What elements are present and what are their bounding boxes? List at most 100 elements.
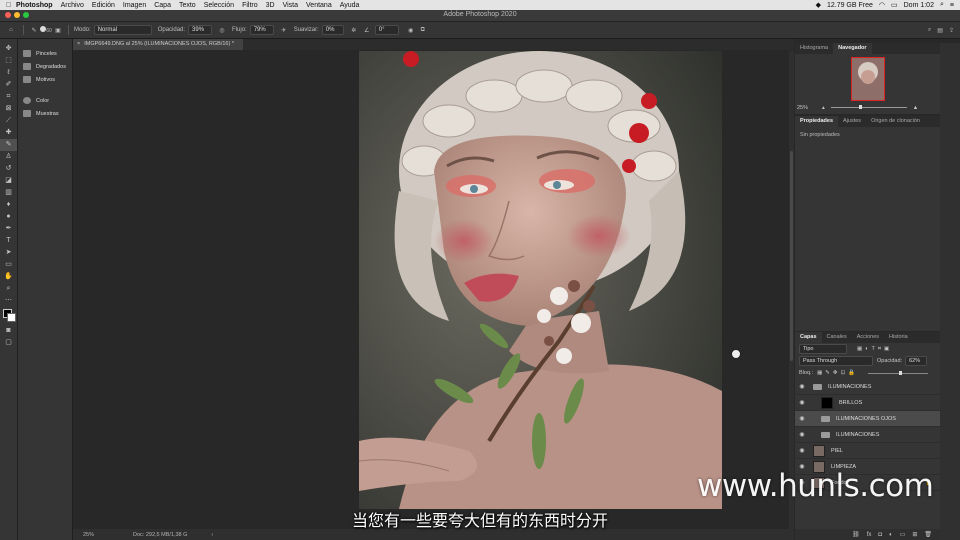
swatches-panel-button[interactable]: Muestras [18, 107, 72, 120]
brush-size-indicator[interactable]: 60 [39, 26, 53, 34]
color-swatches[interactable] [0, 307, 17, 325]
layer-name[interactable]: ILUMINACIONES OJOS [836, 416, 896, 422]
layer-thumbnail[interactable] [813, 444, 825, 457]
zoom-level[interactable]: 25% [83, 532, 123, 538]
folder-icon[interactable] [821, 431, 830, 438]
healing-tool-icon[interactable]: ✚ [0, 127, 17, 139]
airbrush-icon[interactable]: ✈ [278, 27, 290, 34]
layer-style-icon[interactable]: fx [867, 532, 872, 538]
brushes-panel-button[interactable]: Pinceles [18, 47, 72, 60]
folder-icon[interactable] [813, 383, 822, 390]
lock-icons[interactable]: ▦✎✥⊡🔒 [817, 370, 858, 376]
layer-name[interactable]: PIEL [831, 448, 843, 454]
marquee-tool-icon[interactable]: ⬚ [0, 55, 17, 67]
apple-icon[interactable]:  [6, 2, 16, 9]
tab-clone-source[interactable]: Origen de clonación [866, 116, 925, 127]
menu-photoshop[interactable]: Photoshop [16, 2, 53, 9]
document-tab[interactable]: × IMGP6649.DNG al 25% (ILUMINACIONES OJOS… [73, 39, 247, 50]
layer-row[interactable]: ◉ ILUMINACIONES OJOS [795, 411, 940, 427]
color-panel-button[interactable]: Color [18, 94, 72, 107]
lasso-tool-icon[interactable]: ℓ [0, 67, 17, 79]
canvas-vertical-scrollbar[interactable] [789, 51, 794, 529]
navigator-zoom-value[interactable]: 25% [797, 105, 808, 111]
delete-layer-icon[interactable]: 🗑 [924, 531, 932, 538]
brush-tool-icon[interactable]: ✎ [0, 139, 17, 151]
type-tool-icon[interactable]: T [0, 235, 17, 247]
layer-filter-icons[interactable]: ▦◐T⌗▣ [857, 346, 892, 353]
adjustment-layer-icon[interactable]: ◐ [889, 532, 893, 538]
visibility-eye-icon[interactable]: ◉ [795, 415, 809, 422]
tab-navigator[interactable]: Navegador [833, 43, 872, 54]
screen-mode-icon[interactable]: ▢ [0, 337, 17, 349]
dropbox-icon[interactable]: ◆ [816, 1, 821, 9]
brush-settings-icon[interactable]: ▣ [53, 27, 63, 34]
pressure-size-icon[interactable]: ◉ [405, 27, 417, 34]
flow-field[interactable]: 79% [249, 25, 274, 35]
hand-tool-icon[interactable]: ✋ [0, 271, 17, 283]
link-layers-icon[interactable]: ⛓ [852, 531, 860, 538]
gradient-tool-icon[interactable]: ▥ [0, 187, 17, 199]
path-select-tool-icon[interactable]: ➤ [0, 247, 17, 259]
symmetry-icon[interactable]: ⧉ [417, 27, 429, 34]
zoom-in-icon[interactable]: ▲ [913, 105, 918, 111]
tab-layers[interactable]: Capas [795, 332, 822, 343]
gradients-panel-button[interactable]: Degradados [18, 60, 72, 73]
menu-3d[interactable]: 3D [266, 2, 275, 9]
wifi-icon[interactable]: ◠ [879, 1, 885, 9]
eraser-tool-icon[interactable]: ◪ [0, 175, 17, 187]
zoom-slider[interactable] [830, 105, 907, 109]
layer-mask-thumbnail[interactable] [821, 396, 833, 409]
layer-row[interactable]: ◉ BRILLOS [795, 395, 940, 411]
layer-name[interactable]: ILUMINACIONES [836, 432, 879, 438]
pressure-opacity-icon[interactable]: ◎ [216, 27, 228, 34]
layer-filter-select[interactable]: Tipo [799, 344, 847, 354]
tab-history[interactable]: Historia [884, 332, 913, 343]
frame-tool-icon[interactable]: ⊠ [0, 103, 17, 115]
menu-seleccion[interactable]: Selección [204, 2, 234, 9]
layer-row[interactable]: ◉ PIEL [795, 443, 940, 459]
workspace-icon[interactable]: ▤ [937, 27, 943, 34]
menu-ayuda[interactable]: Ayuda [340, 2, 360, 9]
history-brush-tool-icon[interactable]: ↺ [0, 163, 17, 175]
pen-tool-icon[interactable]: ✒ [0, 223, 17, 235]
menu-imagen[interactable]: Imagen [123, 2, 146, 9]
patterns-panel-button[interactable]: Motivos [18, 73, 72, 86]
layer-row[interactable]: ◉ ILUMINACIONES [795, 427, 940, 443]
quick-mask-icon[interactable]: ◙ [0, 325, 17, 337]
visibility-eye-icon[interactable]: ◉ [795, 431, 809, 438]
blend-mode-select[interactable]: Pass Through [799, 356, 873, 366]
tab-channels[interactable]: Canales [822, 332, 852, 343]
layer-row[interactable]: ◉ ILUMINACIONES [795, 379, 940, 395]
new-group-icon[interactable]: ▭ [900, 531, 906, 538]
crop-tool-icon[interactable]: ⌗ [0, 91, 17, 103]
layer-name[interactable]: BRILLOS [839, 400, 862, 406]
menu-texto[interactable]: Texto [179, 2, 196, 9]
menu-edicion[interactable]: Edición [92, 2, 115, 9]
layer-name[interactable]: ILUMINACIONES [828, 384, 871, 390]
close-tab-icon[interactable]: × [77, 41, 80, 47]
tab-histogram[interactable]: Histograma [795, 43, 833, 54]
smoothing-options-icon[interactable]: ✲ [348, 27, 360, 34]
mode-select[interactable]: Normal [93, 25, 152, 35]
eyedropper-tool-icon[interactable]: ⟋ [0, 115, 17, 127]
scrollbar-thumb[interactable] [790, 151, 793, 361]
tab-properties[interactable]: Propiedades [795, 116, 839, 127]
document-image[interactable] [359, 51, 722, 509]
visibility-eye-icon[interactable]: ◉ [795, 383, 809, 390]
menu-capa[interactable]: Capa [154, 2, 171, 9]
brush-preset-icon[interactable]: ✎ [29, 27, 39, 34]
share-icon[interactable]: ⇪ [949, 27, 954, 34]
smooth-field[interactable]: 0% [321, 25, 344, 35]
home-icon[interactable]: ⌂ [4, 27, 18, 33]
opacity-field[interactable]: 39% [188, 25, 213, 35]
menu-archivo[interactable]: Archivo [61, 2, 84, 9]
zoom-tool-icon[interactable]: ⌕ [0, 283, 17, 295]
visibility-eye-icon[interactable]: ◉ [795, 399, 809, 406]
layer-opacity-field[interactable]: 62% [905, 356, 928, 366]
blur-tool-icon[interactable]: ♦ [0, 199, 17, 211]
folder-icon[interactable] [821, 415, 830, 422]
menu-ventana[interactable]: Ventana [306, 2, 332, 9]
stamp-tool-icon[interactable]: ♙ [0, 151, 17, 163]
control-center-icon[interactable]: ≡ [950, 2, 954, 9]
add-mask-icon[interactable]: ◘ [878, 532, 882, 538]
